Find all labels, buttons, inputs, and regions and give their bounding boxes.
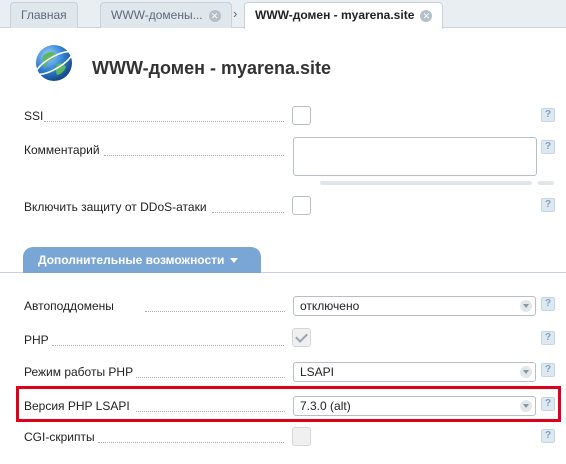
leader-dots bbox=[44, 121, 284, 122]
help-icon[interactable]: ? bbox=[541, 140, 555, 154]
leader-dots bbox=[136, 411, 285, 412]
help-icon[interactable]: ? bbox=[541, 331, 555, 345]
chevron-right-icon: › bbox=[233, 6, 238, 21]
ddos-checkbox[interactable] bbox=[292, 196, 311, 215]
help-icon[interactable]: ? bbox=[541, 198, 555, 212]
leader-dots bbox=[212, 212, 284, 213]
subdomains-value: отключено bbox=[300, 299, 360, 313]
help-icon[interactable]: ? bbox=[541, 108, 555, 122]
php-checkbox[interactable] bbox=[292, 328, 311, 347]
help-icon[interactable]: ? bbox=[541, 397, 555, 411]
php-version-label: Версия PHP LSAPI bbox=[24, 399, 130, 413]
globe-icon bbox=[35, 45, 73, 81]
chevron-down-icon bbox=[520, 300, 532, 312]
leader-dots bbox=[98, 442, 284, 443]
ssi-checkbox[interactable] bbox=[292, 106, 311, 125]
ssi-label: SSI bbox=[24, 109, 44, 123]
php-mode-label: Режим работы PHP bbox=[24, 365, 134, 379]
additional-features-toggle[interactable]: Дополнительные возможности bbox=[23, 247, 261, 273]
chevron-down-icon bbox=[520, 366, 532, 378]
resize-handle[interactable] bbox=[538, 181, 554, 185]
leader-dots bbox=[136, 377, 285, 378]
php-mode-select[interactable]: LSAPI bbox=[293, 362, 536, 382]
checkmark-icon bbox=[295, 330, 308, 343]
ddos-label: Включить защиту от DDoS-атаки bbox=[24, 200, 207, 214]
php-version-select[interactable]: 7.3.0 (alt) bbox=[293, 396, 536, 416]
cgi-checkbox[interactable] bbox=[292, 427, 311, 446]
horizontal-scrollbar[interactable] bbox=[320, 181, 532, 185]
comment-label: Комментарий bbox=[24, 143, 100, 157]
caret-down-icon bbox=[230, 258, 239, 264]
chevron-down-icon bbox=[520, 400, 532, 412]
tab-www-domains[interactable]: WWW-домены... ✕ bbox=[100, 2, 232, 28]
close-icon[interactable]: ✕ bbox=[208, 9, 221, 22]
leader-dots bbox=[145, 311, 285, 312]
leader-dots bbox=[52, 345, 284, 346]
leader-dots bbox=[104, 155, 284, 156]
tab-current-label: WWW-домен - myarena.site bbox=[255, 8, 415, 22]
tab-www-domains-label: WWW-домены... bbox=[111, 8, 203, 22]
help-icon[interactable]: ? bbox=[541, 363, 555, 377]
tab-home[interactable]: Главная bbox=[10, 2, 78, 28]
php-label: PHP bbox=[24, 333, 49, 347]
tab-current-domain[interactable]: WWW-домен - myarena.site ✕ bbox=[244, 2, 444, 29]
page-title: WWW-домен - myarena.site bbox=[92, 58, 332, 78]
subdomains-select[interactable]: отключено bbox=[293, 296, 536, 316]
comment-textarea[interactable] bbox=[293, 137, 537, 176]
cgi-label: CGI-скрипты bbox=[24, 430, 95, 444]
php-version-value: 7.3.0 (alt) bbox=[300, 399, 351, 413]
tab-bar: Главная WWW-домены... ✕ › WWW-домен - mya… bbox=[0, 0, 566, 29]
help-icon[interactable]: ? bbox=[541, 429, 555, 443]
php-mode-value: LSAPI bbox=[300, 365, 335, 379]
help-icon[interactable]: ? bbox=[541, 297, 555, 311]
close-icon[interactable]: ✕ bbox=[420, 9, 433, 22]
section-label: Дополнительные возможности bbox=[38, 253, 225, 267]
subdomains-label: Автоподдомены bbox=[24, 299, 114, 313]
